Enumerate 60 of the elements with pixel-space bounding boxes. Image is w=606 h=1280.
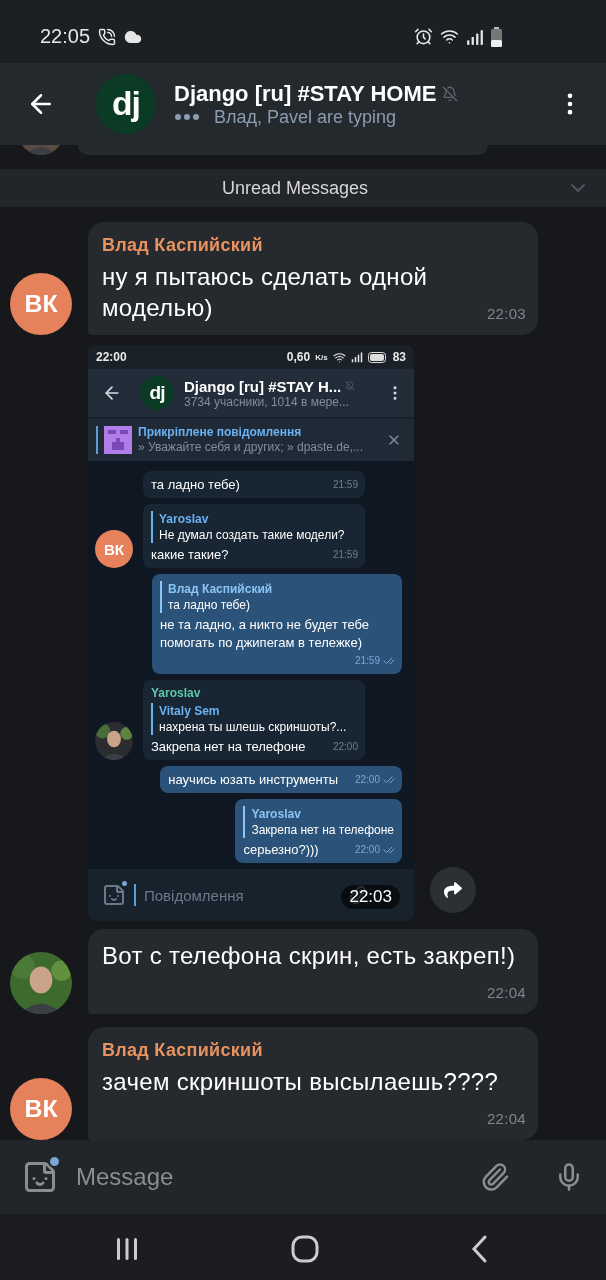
share-button[interactable] <box>430 867 476 913</box>
home-icon[interactable] <box>291 1235 319 1263</box>
message-text: зачем скриншоты высылаешь???? <box>102 1068 499 1095</box>
unread-label: Unread Messages <box>221 177 369 199</box>
message-text: та ладно тебе) <box>151 477 240 492</box>
sender-name: Влад Каспийский <box>102 1039 264 1062</box>
battery-level: 83 <box>392 350 406 364</box>
network-speed: 0,60 <box>286 350 311 364</box>
group-avatar[interactable]: dj <box>140 376 174 410</box>
sender-name: Влад Каспийский <box>102 234 264 257</box>
pixel-art-icon <box>104 426 132 454</box>
sticker-icon[interactable] <box>22 1159 58 1195</box>
typing-icon <box>174 113 200 121</box>
signal-icon <box>466 27 484 46</box>
clock: 22:00 <box>96 350 127 364</box>
share-icon <box>444 881 462 899</box>
sticker-icon[interactable] <box>102 883 126 907</box>
signal-icon <box>350 351 363 363</box>
photo-time: 22:03 <box>341 885 400 909</box>
recent-apps-icon[interactable] <box>114 1236 140 1262</box>
message-time: 22:00 <box>332 740 358 754</box>
wifi-icon <box>332 350 346 364</box>
pinned-title: Прикріплене повідомлення <box>138 425 303 440</box>
message-text: серьезно?))) <box>243 842 319 857</box>
reply-quote[interactable]: Vitaly Sem нахрена ты шлешь скриншоты?... <box>151 703 357 735</box>
message-text: не та ладно, а никто не будет тебе помогать по джипегам в тележке) <box>160 617 370 650</box>
message-text: научись юзать инструменты <box>168 772 338 787</box>
pinned-message[interactable]: Прикріплене повідомлення » Уважайте себя и других; » dpaste.de,... <box>88 419 414 461</box>
message-text: какие такие? <box>151 547 229 562</box>
message-time: 22:04 <box>486 1109 526 1129</box>
message-time: 22:03 <box>486 304 526 324</box>
message-time: 21:59 <box>332 548 358 562</box>
message-time: 22:04 <box>486 983 526 1003</box>
reply-quote[interactable]: Yaroslav Не думал создать такие модели? <box>151 511 357 543</box>
message-time: 21:59 <box>354 654 380 668</box>
message-text: Вот с телефона скрин, есть закреп!) <box>102 942 516 969</box>
back-nav-icon[interactable] <box>470 1235 488 1263</box>
message-input[interactable]: Повідомлення <box>144 886 340 904</box>
group-avatar[interactable]: dj <box>96 74 156 134</box>
phone-icon <box>98 27 117 46</box>
message-time: 22:00 <box>354 843 380 857</box>
battery-icon <box>367 351 388 363</box>
speed-unit: K/s <box>315 352 328 362</box>
screenshot[interactable] <box>88 345 414 921</box>
message-text: ну я пытаюсь сделать одной моделью) <box>102 263 428 321</box>
reply-quote[interactable]: Влад Каспийский та ладно тебе) <box>160 581 394 613</box>
alarm-icon <box>414 27 433 46</box>
typing-status: Влад, Pavel are typing <box>214 106 397 128</box>
chat-title: Django [ru] #STAY H... <box>184 377 342 395</box>
chat-title: Django [ru] #STAY HOME <box>174 80 437 107</box>
sender-name: Yaroslav <box>151 685 202 701</box>
member-count: 3734 учасники, 1014 в мере... <box>184 394 350 409</box>
clock: 22:05 <box>40 25 91 48</box>
pinned-text: » Уважайте себя и других; » dpaste.de,... <box>138 440 364 455</box>
message-time: 21:59 <box>332 478 358 492</box>
message-time: 22:00 <box>354 773 380 787</box>
message-text: Закрепа нет на телефоне <box>151 739 306 754</box>
battery-icon <box>491 26 502 47</box>
reply-quote[interactable]: Yaroslav Закрепа нет на телефоне <box>243 806 394 838</box>
wifi-icon <box>440 27 459 46</box>
